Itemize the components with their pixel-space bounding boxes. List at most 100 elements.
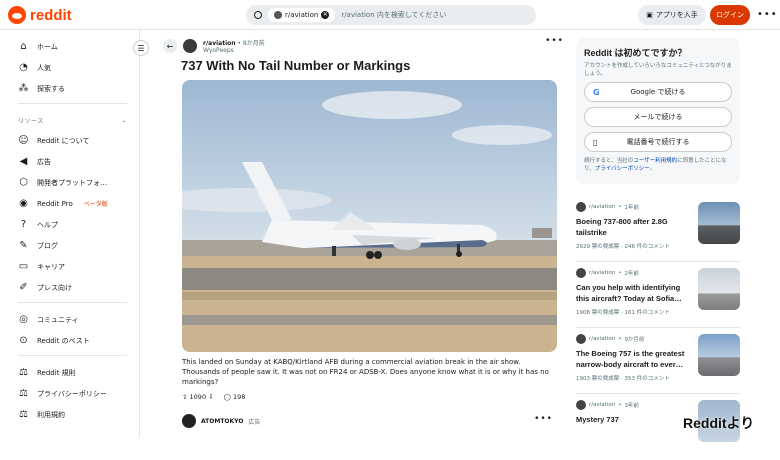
user-agreement-link[interactable]: ユーザー利用規約 (633, 158, 677, 164)
section-label: リソース (18, 117, 44, 125)
terms-text: 続行すると、当社の (584, 158, 634, 164)
nav-label: 人気 (37, 63, 51, 72)
signup-description: アカウントを作成していろいろなコミュニティとつながりましょう。 (584, 63, 732, 77)
ad-tag: 広告 (248, 418, 261, 426)
upvote-icon[interactable]: ⇧ (182, 393, 187, 401)
community-icon: ◎ (19, 313, 28, 325)
nav-label: ブログ (37, 241, 58, 250)
sidebar-item-help[interactable]: ? ヘルプ (18, 214, 127, 235)
related-subreddit: r/aviation (589, 402, 616, 408)
subreddit-icon (576, 334, 586, 344)
nav-label: プレス向け (37, 283, 72, 292)
sidebar-item-blog[interactable]: ✎ ブログ (18, 235, 127, 256)
post-actions: ⇧ 1090 ⇩ ◯ 198 (182, 393, 568, 401)
blog-icon: ✎ (19, 239, 28, 251)
sidebar-item-rules[interactable]: ⚖ Reddit 規則 (18, 362, 127, 383)
nav-label: キャリア (37, 262, 65, 271)
related-time: 9か月前 (624, 337, 645, 343)
nav-label: 広告 (37, 157, 51, 166)
post-time: 8か月前 (242, 40, 265, 47)
related-title: Boeing 737-800 after 2.8G tailstrike (576, 217, 668, 237)
more-options-icon[interactable]: ••• (545, 36, 564, 46)
comments-button[interactable]: ◯ 198 (224, 393, 246, 401)
sidebar-item-ads[interactable]: ◀ 広告 (18, 151, 127, 172)
vote-count: 1090 (189, 393, 207, 401)
sidebar-item-terms[interactable]: ⚖ 利用規約 (18, 404, 127, 425)
more-options-icon[interactable]: ••• (534, 414, 553, 424)
phone-label: 電話番号で続行する (626, 138, 690, 146)
beta-badge: ベータ版 (83, 201, 108, 208)
downvote-icon[interactable]: ⇩ (208, 393, 213, 401)
sidebar-item-best[interactable]: ⊙ Reddit のベスト (18, 330, 127, 351)
nav-label: Reddit のベスト (37, 336, 90, 345)
subreddit-avatar[interactable] (183, 39, 197, 53)
briefcase-icon: ▭ (18, 260, 29, 272)
related-title: The Boeing 757 is the greatest narrow-bo… (576, 349, 685, 369)
google-continue-button[interactable]: G Google で続ける (584, 82, 732, 102)
google-icon: G (593, 87, 600, 97)
divider (18, 103, 127, 104)
post-body: This landed on Sunday at KABQ/Kirtland A… (182, 358, 549, 386)
phone-continue-button[interactable]: ▯ 電話番号で続行する (584, 132, 732, 152)
subreddit-link[interactable]: r/aviation (203, 40, 236, 47)
divider (18, 355, 127, 356)
sidebar-item-about[interactable]: ☺ Reddit について (18, 130, 127, 151)
post-author[interactable]: WyoPeeps (203, 47, 265, 54)
sidebar-item-privacy[interactable]: ⚖ プライバシーポリシー (18, 383, 127, 404)
ad-header: ATOMTOKYO 広告 ••• (182, 414, 557, 428)
subreddit-filter-chip[interactable]: r/aviation ✕ (268, 8, 336, 22)
vote-control[interactable]: ⇧ 1090 ⇩ (182, 393, 214, 401)
sidebar-item-reddit-pro[interactable]: ◉ Reddit Pro ベータ版 (18, 193, 127, 214)
nav-label: ホーム (37, 42, 58, 51)
megaphone-icon: ◀ (19, 155, 28, 167)
close-icon[interactable]: ✕ (321, 11, 330, 19)
search-icon (254, 11, 262, 19)
related-post[interactable]: r/aviation • 9か月前 The Boeing 757 is the gr… (576, 334, 740, 394)
advertiser-avatar[interactable] (182, 414, 196, 428)
back-button[interactable]: ← (163, 39, 177, 53)
google-label: Google で続ける (630, 88, 686, 96)
sidebar-item-home[interactable]: ⌂ ホーム (18, 36, 127, 57)
nav-label: コミュニティ (37, 315, 79, 324)
post-image[interactable] (182, 80, 557, 352)
code-icon: ⬡ (19, 176, 28, 188)
sidebar-item-explore[interactable]: ⁂ 探索する (18, 78, 127, 99)
post-header: ← r/aviation • 8か月前 WyoPeeps ••• (163, 36, 568, 56)
sidebar-collapse-button[interactable]: ☰ (133, 40, 149, 56)
email-continue-button[interactable]: メールで続ける (584, 107, 732, 127)
resources-section-toggle[interactable]: リソース ⌄ (18, 110, 127, 130)
related-thumbnail (698, 334, 740, 376)
top-bar: reddit r/aviation ✕ r/aviation 内を検索してください… (0, 0, 780, 30)
divider (18, 302, 127, 303)
related-title: Mystery 737 (576, 415, 619, 424)
related-title: Can you help with identifying this aircr… (576, 283, 682, 303)
nav-label: プライバシーポリシー (37, 389, 107, 398)
related-thumbnail (698, 268, 740, 310)
nav-label: 開発者プラットフォ… (37, 178, 107, 187)
sidebar-item-careers[interactable]: ▭ キャリア (18, 256, 127, 277)
reddit-logo[interactable]: reddit (8, 6, 72, 24)
best-icon: ⊙ (19, 334, 28, 346)
login-button[interactable]: ログイン (710, 5, 750, 25)
search-input[interactable]: r/aviation ✕ r/aviation 内を検索してください (246, 5, 536, 25)
post-title: 737 With No Tail Number or Markings (181, 58, 411, 73)
qr-icon: ▣ (646, 11, 653, 19)
privacy-policy-link[interactable]: プライバシーポリシー (595, 166, 650, 172)
related-subreddit: r/aviation (589, 336, 616, 342)
left-sidebar: ⌂ ホーム ◔ 人気 ⁂ 探索する リソース ⌄ ☺ Reddit について ◀ 広告 ⬡ 開… (0, 30, 140, 438)
related-time: 1年前 (624, 205, 639, 211)
sidebar-item-developer[interactable]: ⬡ 開発者プラットフォ… (18, 172, 127, 193)
sidebar-item-popular[interactable]: ◔ 人気 (18, 57, 127, 78)
comment-icon: ◯ (223, 393, 231, 401)
get-app-button[interactable]: ▣ アプリを入手 (638, 5, 706, 25)
related-post[interactable]: r/aviation • 1年前 Boeing 737-800 after 2.8G… (576, 202, 740, 262)
terms-icon: ⚖ (19, 408, 28, 420)
related-post[interactable]: r/aviation • 2年前 Can you help with identif… (576, 268, 740, 328)
sidebar-item-press[interactable]: ✐ プレス向け (18, 277, 127, 298)
terms-text: 。 (649, 166, 656, 172)
privacy-icon: ⚖ (19, 387, 28, 399)
more-icon[interactable]: ••• (757, 9, 778, 20)
sidebar-item-communities[interactable]: ◎ コミュニティ (18, 309, 127, 330)
advertiser-name[interactable]: ATOMTOKYO (201, 418, 243, 425)
right-rail: Reddit は初めてですか？ アカウントを作成していろいろなコミュニティとつな… (576, 38, 740, 184)
